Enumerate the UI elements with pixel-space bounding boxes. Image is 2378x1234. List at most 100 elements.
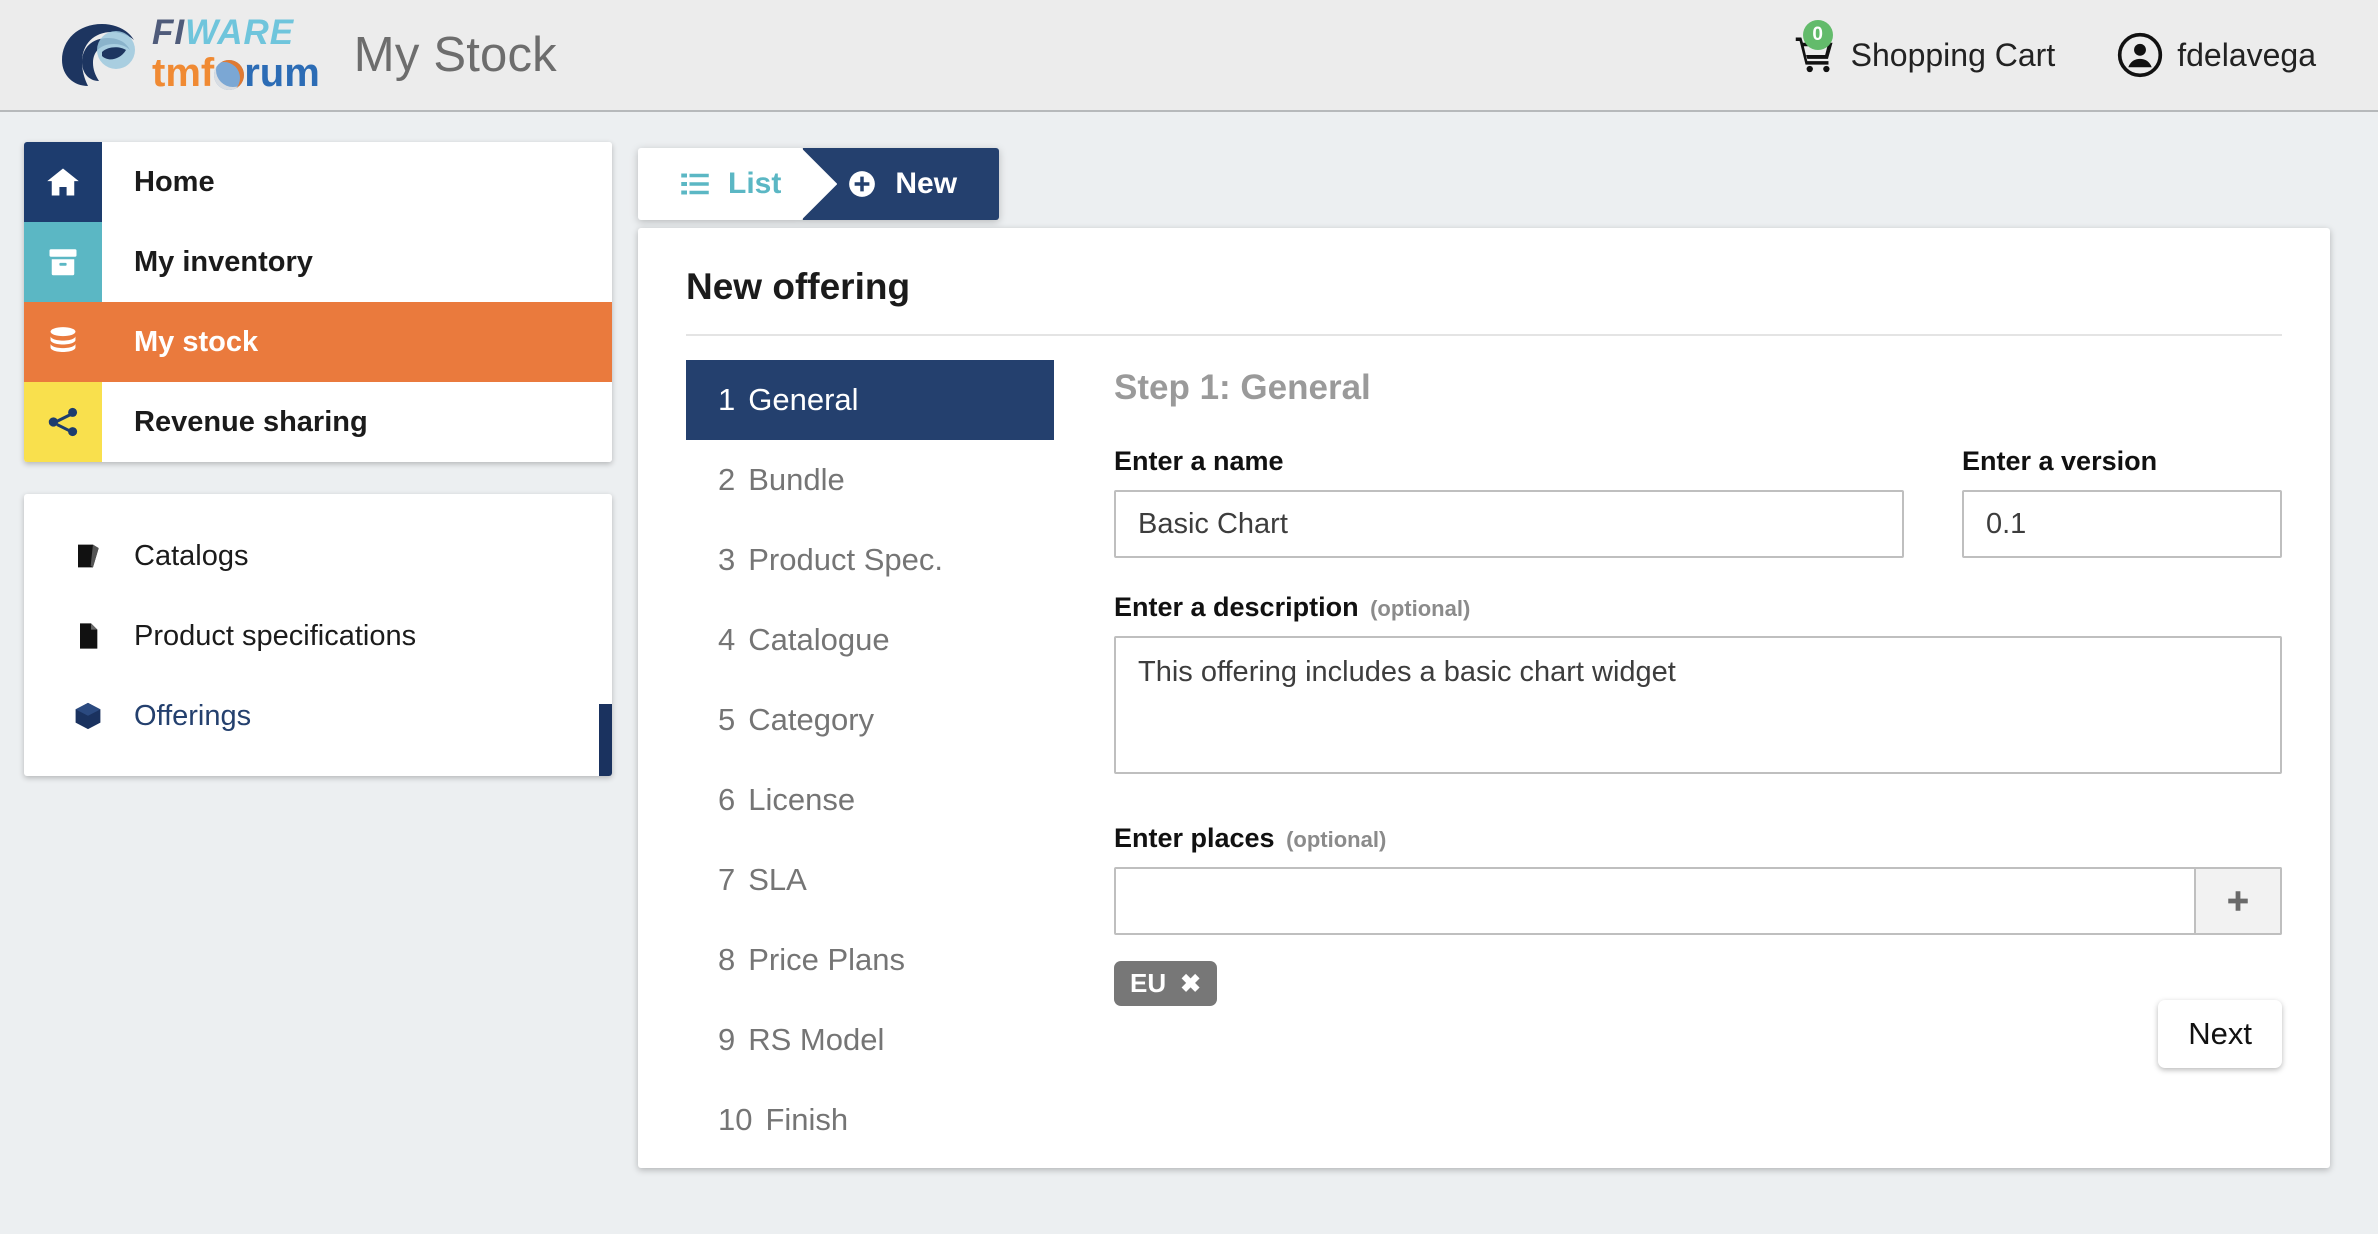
description-textarea[interactable] <box>1114 636 2282 774</box>
places-optional-tag: (optional) <box>1286 827 1387 852</box>
content-card: New offering 1 General 2 Bundle 3 Produc… <box>638 228 2330 1168</box>
version-field-group: Enter a version <box>1962 446 2282 558</box>
sidebar-item-product-specifications[interactable]: Product specifications <box>24 596 612 676</box>
box-icon <box>49 249 77 276</box>
step-item-catalogue[interactable]: 4 Catalogue <box>686 600 1054 680</box>
cart-count-badge: 0 <box>1802 20 1833 50</box>
page-title: My Stock <box>353 28 557 82</box>
sidebar-item-home[interactable]: Home <box>24 142 612 222</box>
globe-icon <box>214 60 245 90</box>
plus-circle-icon <box>847 169 877 199</box>
fiware-logo-icon <box>62 24 135 86</box>
logo-wordmark: FIWARE tmf rum <box>152 15 320 95</box>
brand-block[interactable]: FIWARE tmf rum My Stock <box>0 15 557 95</box>
file-icon-wrap <box>72 620 116 652</box>
remove-place-icon[interactable]: ✖ <box>1180 969 1201 999</box>
version-input[interactable] <box>1962 490 2282 558</box>
revenue-tile <box>24 382 102 462</box>
place-tag: EU ✖ <box>1114 961 1218 1006</box>
description-label: Enter a description (optional) <box>1114 592 2282 623</box>
step-label: Product Spec. <box>748 542 943 577</box>
step-number: 3 <box>718 542 736 577</box>
description-field-group: Enter a description (optional) <box>1114 592 2282 779</box>
title-divider <box>686 334 2282 336</box>
step-item-price-plans[interactable]: 8 Price Plans <box>686 920 1054 1000</box>
sidebar-item-catalogs[interactable]: Catalogs <box>24 516 612 596</box>
breadcrumb: List New <box>638 148 1000 220</box>
main-navigation-card: Home My inventory My stock Revenue shari… <box>24 142 612 462</box>
step-label: License <box>748 782 856 817</box>
active-section-indicator <box>599 704 612 776</box>
places-input-group <box>1114 867 2282 935</box>
logo-fiware-fi: FI <box>152 13 186 52</box>
step-item-sla[interactable]: 7 SLA <box>686 840 1054 920</box>
user-avatar-icon <box>2118 32 2163 78</box>
places-field-group: Enter places (optional) EU ✖ <box>1114 823 2282 1006</box>
sidebar-item-my-inventory-label: My inventory <box>134 245 313 278</box>
name-label: Enter a name <box>1114 446 1284 476</box>
step-number: 9 <box>718 1022 736 1057</box>
user-name-label: fdelavega <box>2177 36 2316 73</box>
step-item-bundle[interactable]: 2 Bundle <box>686 440 1054 520</box>
places-label-text: Enter places <box>1114 823 1275 853</box>
sidebar-item-revenue-sharing-label: Revenue sharing <box>134 405 368 438</box>
breadcrumb-tab-list[interactable]: List <box>638 148 837 220</box>
step-number: 8 <box>718 942 736 977</box>
sidebar-item-my-inventory[interactable]: My inventory <box>24 222 612 302</box>
step-item-rs-model[interactable]: 9 RS Model <box>686 1000 1054 1080</box>
logo-tmforum-tm: tmf <box>152 51 215 95</box>
add-place-button[interactable] <box>2196 867 2282 935</box>
step-item-finish[interactable]: 10 Finish <box>686 1080 1054 1160</box>
plus-icon <box>2228 891 2248 911</box>
shopping-cart-label: Shopping Cart <box>1850 36 2056 73</box>
user-menu-button[interactable]: fdelavega <box>2117 32 2316 78</box>
description-label-text: Enter a description <box>1114 592 1359 622</box>
step-heading: Step 1: General <box>1114 368 1371 407</box>
step-item-category[interactable]: 5 Category <box>686 680 1054 760</box>
breadcrumb-new-label: New <box>895 167 958 200</box>
name-input[interactable] <box>1114 490 1904 558</box>
book-icon <box>78 544 99 568</box>
description-optional-tag: (optional) <box>1370 596 1471 621</box>
step-label: RS Model <box>748 1022 885 1057</box>
share-icon <box>48 407 78 437</box>
step-label: Finish <box>765 1102 849 1137</box>
sidebar-item-offerings-label: Offerings <box>134 699 252 732</box>
step-number: 6 <box>718 782 736 817</box>
places-input[interactable] <box>1114 867 2196 935</box>
step-number: 5 <box>718 702 736 737</box>
step-label: SLA <box>748 862 807 897</box>
sidebar-item-catalogs-label: Catalogs <box>134 539 249 572</box>
step-label: Category <box>748 702 875 737</box>
step-navigation: 1 General 2 Bundle 3 Product Spec. 4 Cat… <box>686 360 1054 1160</box>
step-item-general[interactable]: 1 General <box>686 360 1054 440</box>
sidebar-item-revenue-sharing[interactable]: Revenue sharing <box>24 382 612 462</box>
sidebar: Home My inventory My stock Revenue shari… <box>24 142 612 776</box>
cube-icon <box>75 702 101 730</box>
inventory-tile <box>24 222 102 302</box>
next-button[interactable]: Next <box>2158 1000 2282 1068</box>
step-label: Catalogue <box>748 622 890 657</box>
step-label: General <box>748 382 859 417</box>
shopping-cart-button[interactable]: 0 Shopping Cart <box>1793 20 2056 76</box>
general-form: Step 1: General Enter a name Enter a ver… <box>1054 360 2282 1160</box>
step-item-product-spec[interactable]: 3 Product Spec. <box>686 520 1054 600</box>
version-label: Enter a version <box>1962 446 2158 476</box>
sidebar-item-offerings[interactable]: Offerings <box>24 676 612 756</box>
step-number: 1 <box>718 382 736 417</box>
app-header: FIWARE tmf rum My Stock 0 Shopping Cart f… <box>0 0 2378 112</box>
breadcrumb-list-label: List <box>728 167 782 200</box>
step-number: 10 <box>718 1102 753 1137</box>
book-icon-wrap <box>72 540 116 572</box>
logo-tmforum-orum: rum <box>244 51 320 95</box>
wizard-body: 1 General 2 Bundle 3 Product Spec. 4 Cat… <box>686 360 2282 1160</box>
stock-tile <box>24 302 102 382</box>
home-tile <box>24 142 102 222</box>
logo-fiware-ware: WARE <box>185 13 295 52</box>
step-item-license[interactable]: 6 License <box>686 760 1054 840</box>
step-number: 2 <box>718 462 736 497</box>
sidebar-item-home-label: Home <box>134 165 215 198</box>
sidebar-item-product-specifications-label: Product specifications <box>134 619 417 652</box>
name-version-row: Enter a name Enter a version <box>1114 446 2282 558</box>
sidebar-item-my-stock[interactable]: My stock <box>24 302 612 382</box>
